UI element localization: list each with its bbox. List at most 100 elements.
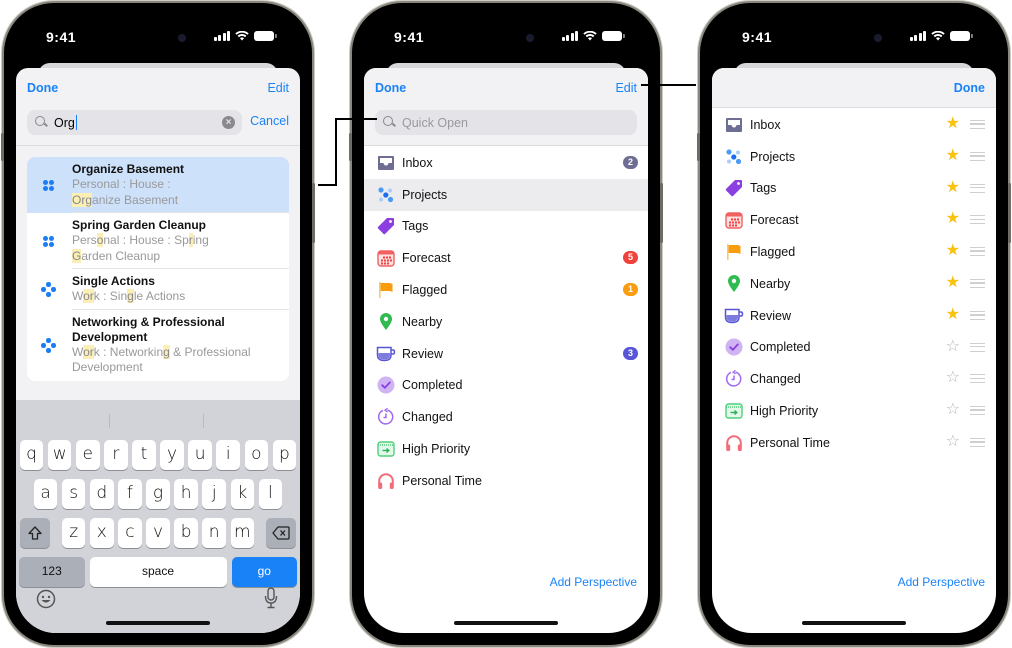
perspective-row-nearby[interactable]: Nearby bbox=[364, 306, 648, 338]
key-b[interactable]: b bbox=[174, 518, 198, 548]
star-filled-icon[interactable]: ★ bbox=[946, 306, 960, 324]
reorder-grip-icon[interactable] bbox=[970, 183, 985, 193]
numbers-key[interactable]: 123 bbox=[19, 557, 85, 587]
clear-search-icon[interactable]: × bbox=[222, 116, 235, 129]
key-r[interactable]: r bbox=[104, 440, 128, 470]
key-c[interactable]: c bbox=[118, 518, 142, 548]
star-outline-icon[interactable]: ☆ bbox=[946, 401, 960, 419]
key-v[interactable]: v bbox=[146, 518, 170, 548]
key-o[interactable]: o bbox=[244, 440, 269, 470]
perspective-row-review[interactable]: Review ★ bbox=[712, 300, 996, 332]
key-f[interactable]: f bbox=[118, 479, 142, 509]
delete-key[interactable] bbox=[265, 518, 296, 548]
key-j[interactable]: j bbox=[202, 479, 226, 509]
key-n[interactable]: n bbox=[202, 518, 226, 548]
key-i[interactable]: i bbox=[216, 440, 240, 470]
perspective-row-nearby[interactable]: Nearby ★ bbox=[712, 268, 996, 300]
key-h[interactable]: h bbox=[174, 479, 198, 509]
done-button[interactable]: Done bbox=[954, 81, 985, 95]
microphone-icon[interactable] bbox=[264, 587, 278, 609]
add-perspective-button[interactable]: Add Perspective bbox=[550, 575, 637, 589]
perspective-row-flagged[interactable]: Flagged 1 bbox=[364, 274, 648, 306]
reorder-grip-icon[interactable] bbox=[970, 278, 985, 288]
star-outline-icon[interactable]: ☆ bbox=[946, 433, 960, 451]
nav-bar: Done Edit bbox=[364, 68, 648, 108]
star-outline-icon[interactable]: ☆ bbox=[946, 338, 960, 356]
perspective-label: Nearby bbox=[750, 276, 791, 291]
key-a[interactable]: a bbox=[33, 479, 58, 509]
key-q[interactable]: q bbox=[19, 440, 44, 470]
perspective-row-completed[interactable]: Completed bbox=[364, 370, 648, 402]
search-result-item[interactable]: Networking & Professional Development Wor… bbox=[27, 310, 289, 381]
tag-icon bbox=[376, 216, 396, 236]
search-result-item[interactable]: Single Actions Work : Single Actions bbox=[27, 269, 289, 310]
star-filled-icon[interactable]: ★ bbox=[946, 179, 960, 197]
done-button[interactable]: Done bbox=[375, 81, 406, 95]
edit-button[interactable]: Edit bbox=[267, 81, 289, 95]
search-result-item[interactable]: Organize Basement Personal : House : Organ… bbox=[27, 157, 289, 213]
star-filled-icon[interactable]: ★ bbox=[946, 115, 960, 133]
shift-key[interactable] bbox=[20, 518, 51, 548]
star-filled-icon[interactable]: ★ bbox=[946, 210, 960, 228]
perspective-row-high-priority[interactable]: High Priority bbox=[364, 433, 648, 465]
edit-button[interactable]: Edit bbox=[615, 81, 637, 95]
reorder-grip-icon[interactable] bbox=[970, 310, 985, 320]
key-w[interactable]: w bbox=[47, 440, 72, 470]
star-outline-icon[interactable]: ☆ bbox=[946, 369, 960, 387]
perspective-row-inbox[interactable]: Inbox ★ bbox=[712, 109, 996, 141]
perspective-row-high-priority[interactable]: High Priority ☆ bbox=[712, 395, 996, 427]
key-t[interactable]: t bbox=[132, 440, 156, 470]
perspective-label: Forecast bbox=[750, 213, 799, 228]
key-z[interactable]: z bbox=[61, 518, 86, 548]
key-e[interactable]: e bbox=[76, 440, 100, 470]
emoji-icon[interactable] bbox=[36, 589, 56, 609]
add-perspective-button[interactable]: Add Perspective bbox=[898, 575, 985, 589]
star-filled-icon[interactable]: ★ bbox=[946, 242, 960, 260]
quick-open-search-input[interactable]: Quick Open bbox=[375, 110, 637, 135]
reorder-grip-icon[interactable] bbox=[970, 215, 985, 225]
key-y[interactable]: y bbox=[160, 440, 184, 470]
perspective-row-tags[interactable]: Tags ★ bbox=[712, 173, 996, 205]
perspective-row-forecast[interactable]: Forecast 5 bbox=[364, 242, 648, 274]
key-g[interactable]: g bbox=[146, 479, 170, 509]
key-p[interactable]: p bbox=[272, 440, 297, 470]
status-icons bbox=[561, 31, 625, 41]
status-icons bbox=[213, 31, 277, 41]
key-x[interactable]: x bbox=[90, 518, 114, 548]
perspective-row-changed[interactable]: Changed ☆ bbox=[712, 363, 996, 395]
perspective-row-projects[interactable]: Projects ★ bbox=[712, 141, 996, 173]
go-key[interactable]: go bbox=[231, 557, 298, 587]
reorder-grip-icon[interactable] bbox=[970, 151, 985, 161]
key-u[interactable]: u bbox=[188, 440, 212, 470]
star-filled-icon[interactable]: ★ bbox=[946, 147, 960, 165]
reorder-grip-icon[interactable] bbox=[970, 406, 985, 416]
search-input[interactable]: Org × bbox=[27, 110, 242, 135]
perspective-row-personal-time[interactable]: Personal Time bbox=[364, 465, 648, 497]
key-m[interactable]: m bbox=[230, 518, 255, 548]
perspective-row-projects[interactable]: Projects bbox=[364, 178, 648, 211]
perspective-row-inbox[interactable]: Inbox 2 bbox=[364, 147, 648, 179]
key-l[interactable]: l bbox=[258, 479, 283, 509]
reorder-grip-icon[interactable] bbox=[970, 374, 985, 384]
status-time: 9:41 bbox=[46, 29, 77, 45]
star-filled-icon[interactable]: ★ bbox=[946, 274, 960, 292]
perspective-row-tags[interactable]: Tags bbox=[364, 211, 648, 243]
key-d[interactable]: d bbox=[90, 479, 114, 509]
cancel-button[interactable]: Cancel bbox=[250, 114, 289, 128]
reorder-grip-icon[interactable] bbox=[970, 120, 985, 129]
perspective-row-review[interactable]: Review 3 bbox=[364, 338, 648, 370]
match-highlight: g bbox=[163, 344, 170, 359]
space-key[interactable]: space bbox=[89, 557, 227, 587]
key-k[interactable]: k bbox=[230, 479, 255, 509]
perspective-row-forecast[interactable]: Forecast ★ bbox=[712, 204, 996, 236]
key-s[interactable]: s bbox=[61, 479, 86, 509]
reorder-grip-icon[interactable] bbox=[970, 437, 985, 447]
reorder-grip-icon[interactable] bbox=[970, 247, 985, 257]
done-button[interactable]: Done bbox=[27, 81, 58, 95]
perspective-row-changed[interactable]: Changed bbox=[364, 401, 648, 433]
perspective-row-flagged[interactable]: Flagged ★ bbox=[712, 236, 996, 268]
search-result-item[interactable]: Spring Garden Cleanup Personal : House : … bbox=[27, 213, 289, 269]
reorder-grip-icon[interactable] bbox=[970, 342, 985, 352]
perspective-row-completed[interactable]: Completed ☆ bbox=[712, 332, 996, 364]
perspective-row-personal-time[interactable]: Personal Time ☆ bbox=[712, 427, 996, 459]
